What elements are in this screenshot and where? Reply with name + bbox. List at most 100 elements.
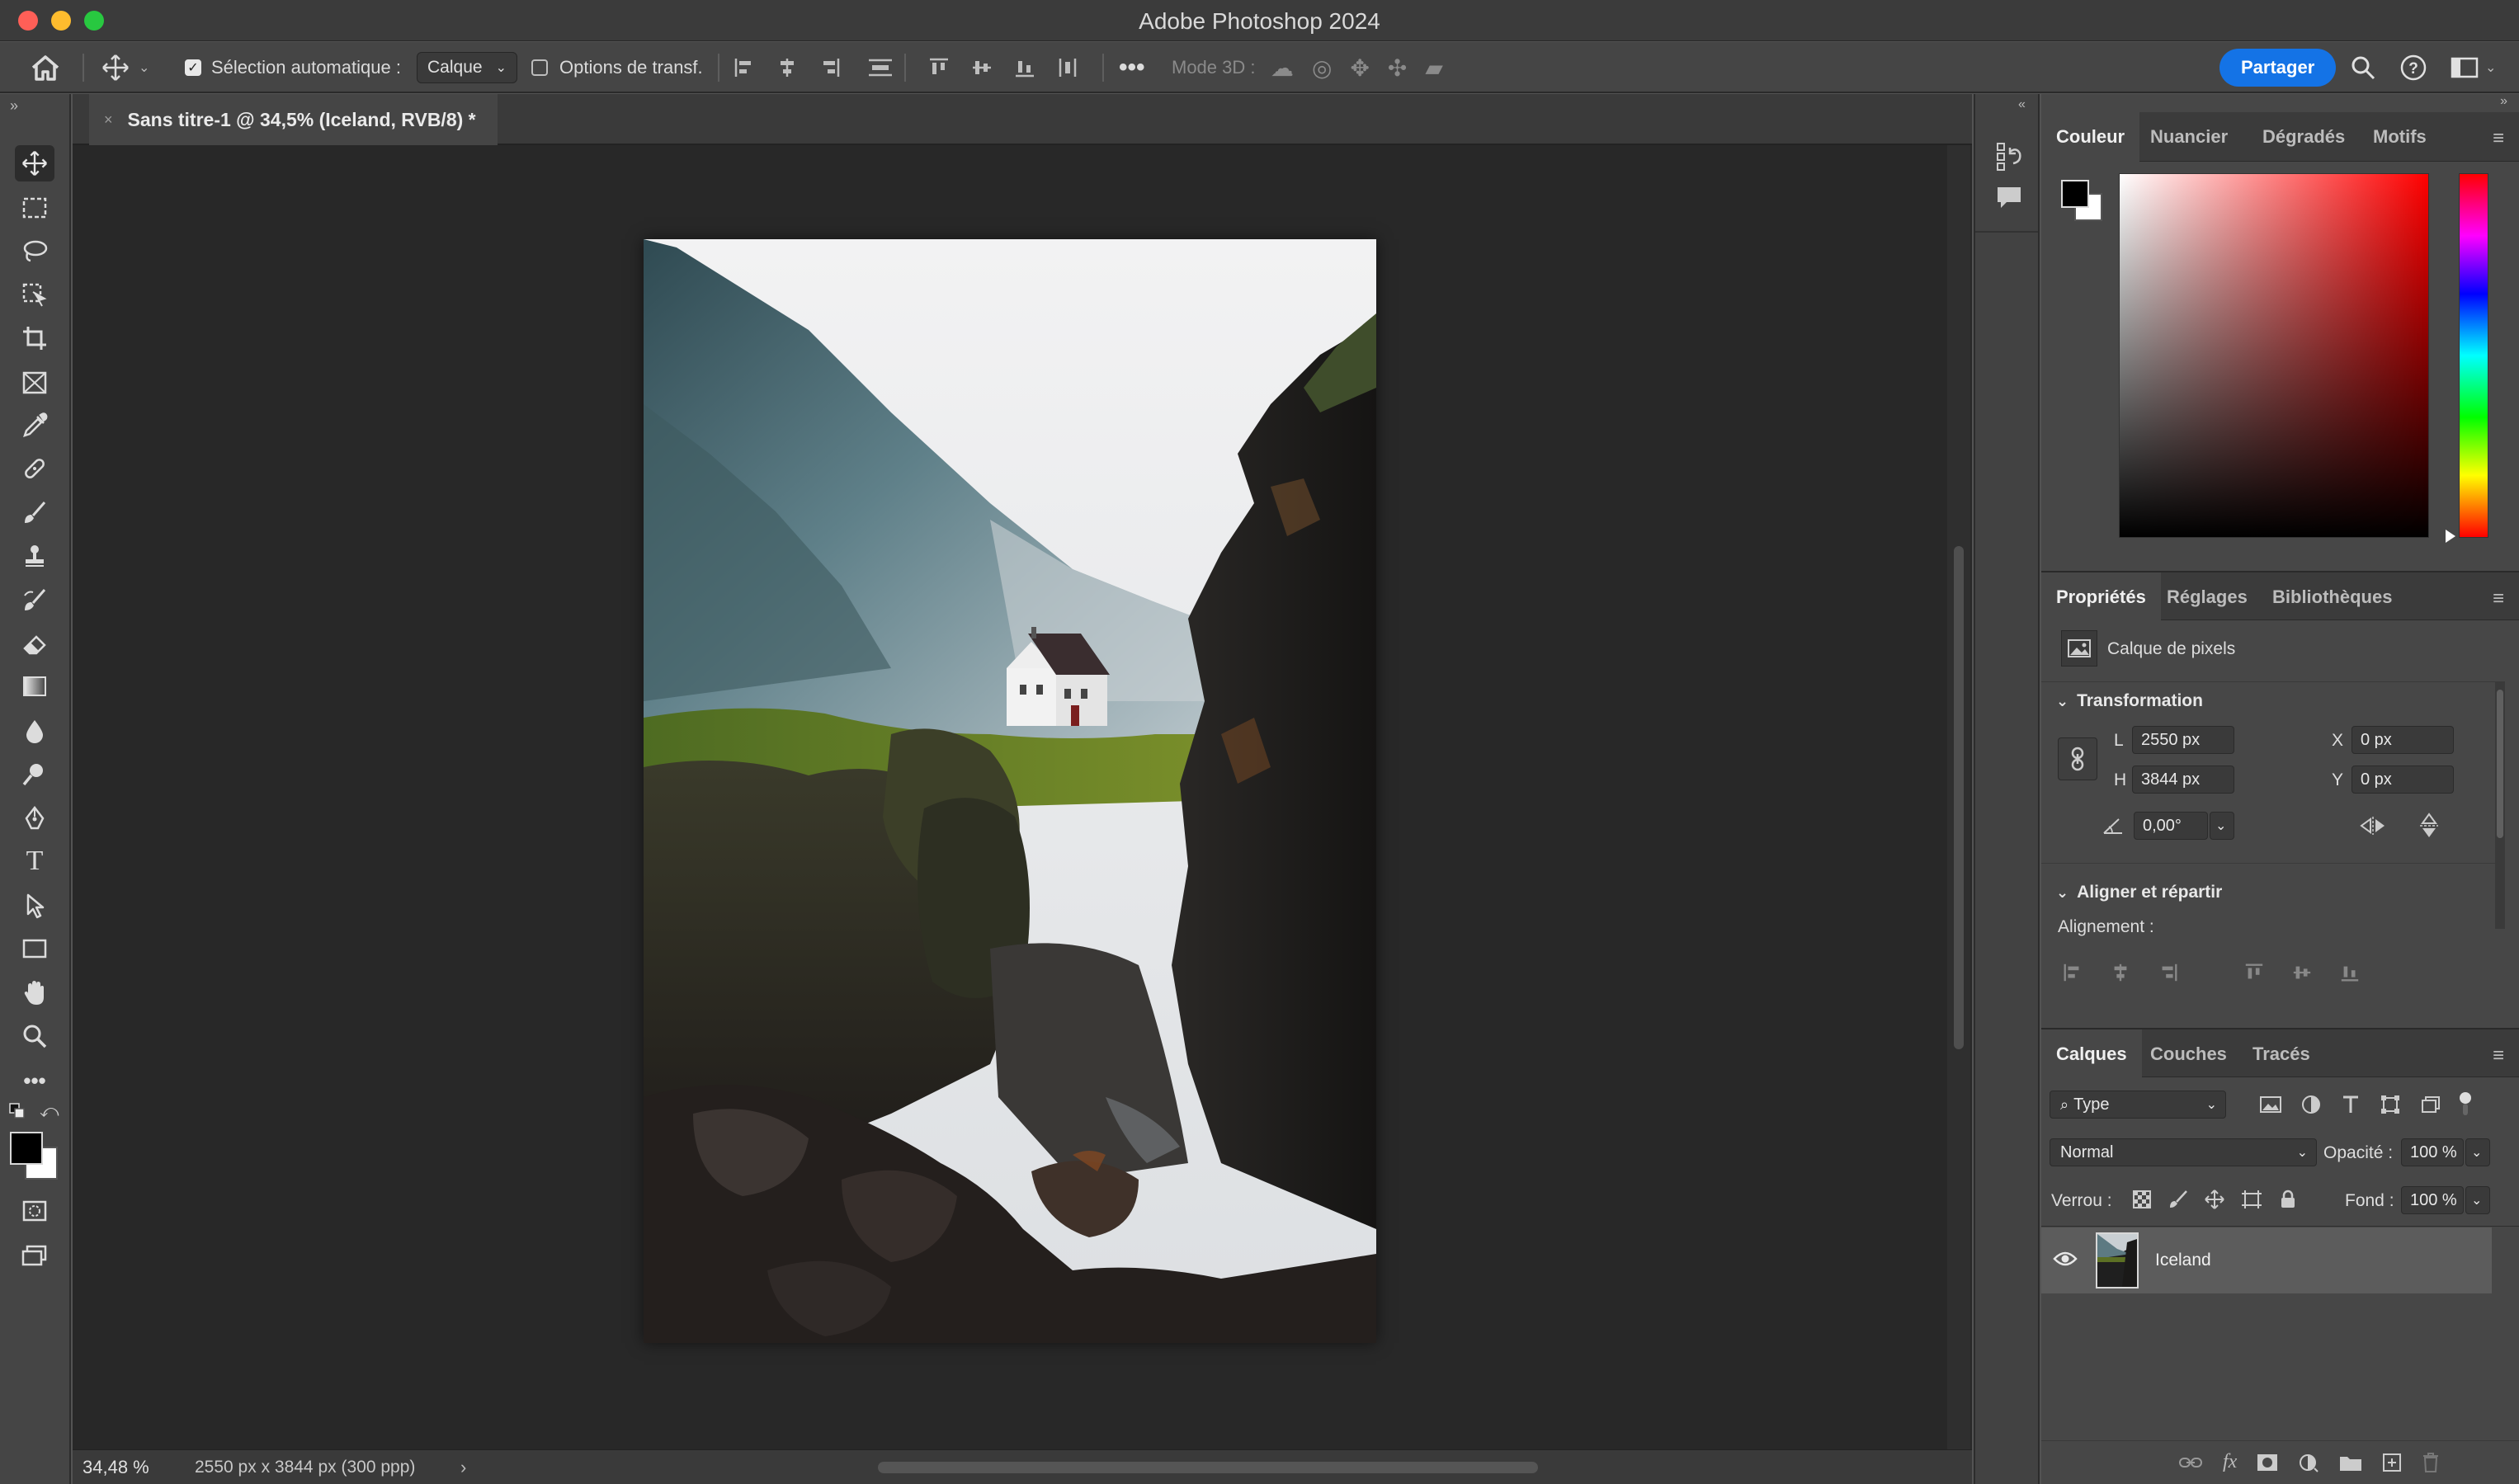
transform-options-checkbox[interactable]: Options de transf.: [531, 42, 703, 93]
default-colors-button[interactable]: [8, 1102, 26, 1124]
help-button[interactable]: ?: [2399, 42, 2427, 93]
panel-menu-icon[interactable]: ≡: [2493, 127, 2504, 150]
dodge-tool[interactable]: [15, 756, 54, 792]
y-position-field[interactable]: 0 px: [2352, 766, 2454, 794]
3d-orbit-icon[interactable]: ☁: [1271, 54, 1294, 82]
lock-position-icon[interactable]: [2205, 1190, 2224, 1209]
delete-layer-icon[interactable]: [2422, 1452, 2440, 1473]
align-bottom-edges-icon[interactable]: [1013, 56, 1036, 79]
horizontal-scrollbar-thumb[interactable]: [878, 1462, 1538, 1473]
new-adjustment-layer-icon[interactable]: [2298, 1452, 2319, 1473]
more-options-button[interactable]: •••: [1119, 42, 1145, 93]
close-tab-icon[interactable]: ×: [104, 111, 113, 129]
layer-filter-dropdown[interactable]: ⌕ Type ⌄: [2050, 1091, 2226, 1119]
align-left-edges-icon[interactable]: [2061, 962, 2084, 983]
collapse-strip-icon[interactable]: «: [2018, 97, 2026, 112]
rectangle-tool[interactable]: [15, 930, 54, 967]
vertical-scrollbar[interactable]: [1947, 145, 1970, 1449]
flip-horizontal-icon[interactable]: [2356, 812, 2389, 840]
opacity-field[interactable]: 100 %: [2401, 1138, 2464, 1166]
type-tool[interactable]: T: [15, 843, 54, 879]
history-brush-tool[interactable]: [15, 582, 54, 619]
link-dimensions-button[interactable]: [2058, 737, 2097, 780]
collapse-toolbar-icon[interactable]: »: [10, 97, 18, 115]
eraser-tool[interactable]: [15, 625, 54, 662]
filter-shape-icon[interactable]: [2380, 1094, 2401, 1115]
properties-scrollbar[interactable]: [2495, 681, 2505, 929]
tab-proprietes[interactable]: Propriétés: [2041, 572, 2161, 622]
hue-slider-thumb-icon[interactable]: [2446, 530, 2455, 543]
home-button[interactable]: [30, 42, 61, 93]
distribute-horizontal-icon[interactable]: [1056, 56, 1079, 79]
edit-toolbar-button[interactable]: •••: [15, 1062, 54, 1099]
tab-traces[interactable]: Tracés: [2238, 1029, 2325, 1079]
document-info[interactable]: 2550 px x 3844 px (300 ppp): [195, 1450, 415, 1484]
add-mask-icon[interactable]: [2257, 1453, 2278, 1472]
brush-tool[interactable]: [15, 495, 54, 531]
vertical-scrollbar-thumb[interactable]: [1954, 546, 1964, 1049]
workspace-button[interactable]: ⌄: [2451, 42, 2496, 93]
align-horizontal-centers-icon[interactable]: [2109, 962, 2132, 983]
tab-reglages[interactable]: Réglages: [2152, 572, 2262, 622]
hue-slider[interactable]: [2459, 173, 2488, 538]
share-button[interactable]: Partager: [2219, 42, 2337, 93]
quick-mask-button[interactable]: [15, 1193, 54, 1229]
filter-pixel-icon[interactable]: [2259, 1095, 2282, 1114]
image-canvas[interactable]: [644, 239, 1376, 1343]
height-field[interactable]: 3844 px: [2132, 766, 2234, 794]
fill-slider-toggle[interactable]: ⌄: [2465, 1186, 2490, 1214]
marquee-tool[interactable]: [15, 190, 54, 226]
eyedropper-tool[interactable]: [15, 408, 54, 444]
filter-adjustment-icon[interactable]: [2300, 1094, 2322, 1115]
zoom-tool[interactable]: [15, 1018, 54, 1054]
color-picker-field[interactable]: [2119, 173, 2429, 538]
blend-mode-dropdown[interactable]: Normal ⌄: [2050, 1138, 2317, 1166]
lock-all-icon[interactable]: [2279, 1190, 2297, 1209]
tab-couches[interactable]: Couches: [2135, 1029, 2242, 1079]
align-right-edges-icon[interactable]: [818, 56, 842, 79]
status-more-arrow-icon[interactable]: ›: [460, 1450, 466, 1484]
clone-stamp-tool[interactable]: [15, 538, 54, 574]
hand-tool[interactable]: [15, 975, 54, 1011]
swap-colors-icon[interactable]: ⤺: [40, 1100, 59, 1122]
history-panel-button[interactable]: [1995, 140, 2023, 176]
screen-mode-button[interactable]: [15, 1237, 54, 1274]
align-distribute-section-header[interactable]: ⌄ Aligner et répartir: [2056, 883, 2222, 902]
tab-bibliotheques[interactable]: Bibliothèques: [2257, 572, 2407, 622]
search-button[interactable]: [2350, 42, 2376, 93]
tab-couleur[interactable]: Couleur: [2041, 112, 2140, 162]
pen-tool[interactable]: [15, 800, 54, 836]
lasso-tool[interactable]: [15, 233, 54, 269]
eye-icon[interactable]: [2053, 1249, 2078, 1273]
lock-artboard-icon[interactable]: [2241, 1190, 2262, 1209]
panel-menu-icon[interactable]: ≡: [2493, 587, 2504, 610]
fill-field[interactable]: 100 %: [2401, 1186, 2464, 1214]
auto-select-target-dropdown[interactable]: Calque ⌄: [417, 42, 517, 93]
panel-foreground-swatch[interactable]: [2061, 180, 2089, 208]
align-vertical-centers-icon[interactable]: [2290, 962, 2314, 983]
angle-field[interactable]: 0,00°: [2134, 812, 2208, 840]
link-layers-icon[interactable]: [2178, 1454, 2203, 1471]
path-selection-tool[interactable]: [15, 888, 54, 924]
filter-type-icon[interactable]: [2340, 1094, 2361, 1115]
tab-motifs[interactable]: Motifs: [2358, 112, 2441, 162]
new-layer-icon[interactable]: [2382, 1453, 2402, 1472]
comments-panel-button[interactable]: [1995, 185, 2023, 215]
align-left-edges-icon[interactable]: [733, 56, 756, 79]
zoom-level[interactable]: 34,48 %: [83, 1450, 149, 1484]
crop-tool[interactable]: [15, 320, 54, 356]
3d-slide-icon[interactable]: ✣: [1388, 54, 1407, 82]
filter-toggle-switch[interactable]: [2459, 1092, 2472, 1117]
angle-dropdown[interactable]: ⌄: [2210, 812, 2234, 840]
new-group-icon[interactable]: [2339, 1453, 2362, 1472]
align-right-edges-icon[interactable]: [2157, 962, 2180, 983]
lock-image-pixels-icon[interactable]: [2168, 1190, 2188, 1209]
opacity-slider-toggle[interactable]: ⌄: [2465, 1138, 2490, 1166]
3d-roll-icon[interactable]: ◎: [1312, 54, 1332, 82]
gradient-tool[interactable]: [15, 668, 54, 704]
fx-icon[interactable]: fx: [2223, 1451, 2237, 1473]
align-horizontal-centers-icon[interactable]: [776, 56, 799, 79]
frame-tool[interactable]: [15, 365, 54, 401]
auto-select-checkbox[interactable]: ✓ Sélection automatique :: [185, 42, 401, 93]
x-position-field[interactable]: 0 px: [2352, 726, 2454, 754]
